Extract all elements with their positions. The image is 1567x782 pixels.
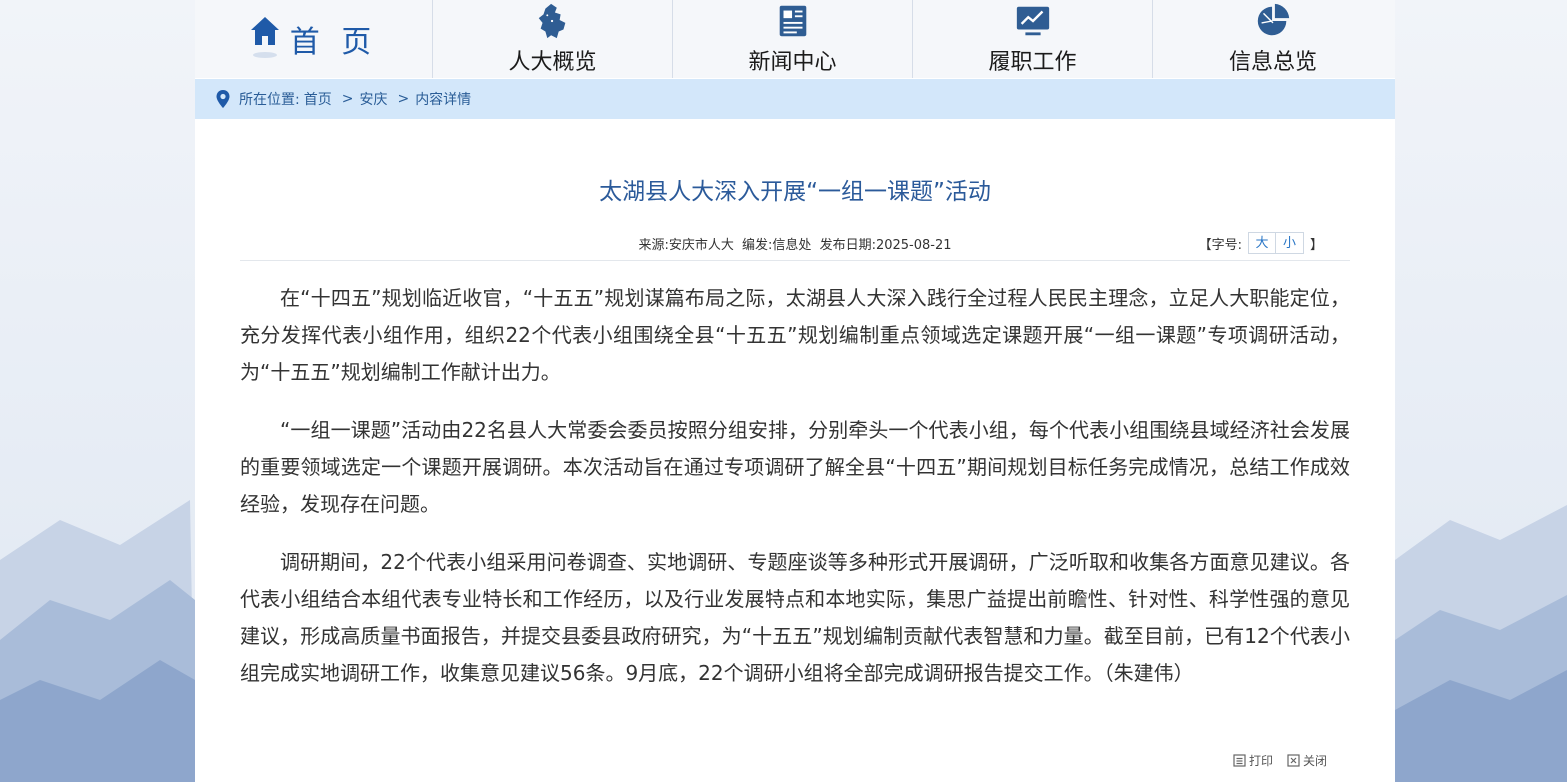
nav-item-label: 信息总览 — [1228, 50, 1317, 75]
font-size-label: 【字号: — [1198, 237, 1242, 253]
article-source: 来源:安庆市人大 — [638, 238, 734, 253]
breadcrumb: 所在位置: 首页 > 安庆 > 内容详情 — [195, 79, 1395, 119]
close-icon — [1287, 754, 1300, 767]
chart-monitor-icon — [1016, 6, 1049, 36]
page-container: 首 页 人大概览 新闻中心 履职工作 信息总览 所在位置: 首页 > 安庆 > … — [195, 0, 1395, 782]
nav-item-info[interactable]: 信息总览 — [1153, 0, 1393, 78]
anhui-map-icon — [538, 3, 565, 39]
print-button[interactable]: 打印 — [1233, 752, 1273, 769]
breadcrumb-home-link[interactable]: 首页 — [304, 89, 332, 109]
print-label: 打印 — [1248, 754, 1273, 768]
nav-item-overview[interactable]: 人大概览 — [433, 0, 673, 78]
article-paragraph: “一组一课题”活动由22名县人大常委会委员按照分组安排，分别牵头一个代表小组，每… — [240, 418, 1350, 516]
breadcrumb-prefix: 所在位置: — [239, 92, 300, 108]
meta-divider — [240, 260, 1350, 261]
print-icon — [1233, 754, 1246, 767]
main-nav: 首 页 人大概览 新闻中心 履职工作 信息总览 — [195, 0, 1395, 78]
article-tools: 打印 关闭 — [1219, 752, 1327, 769]
home-icon — [250, 17, 279, 58]
font-size-large-button[interactable]: 大 — [1247, 232, 1276, 254]
article-title: 太湖县人大深入开展“一组一课题”活动 — [599, 179, 991, 205]
location-pin-icon — [216, 90, 230, 108]
nav-item-duties[interactable]: 履职工作 — [913, 0, 1153, 78]
nav-item-label: 履职工作 — [988, 50, 1077, 75]
article-editor: 编发:信息处 — [742, 238, 812, 253]
breadcrumb-detail-link[interactable]: 内容详情 — [415, 89, 471, 109]
breadcrumb-separator: > — [397, 91, 410, 107]
font-size-small-button[interactable]: 小 — [1275, 232, 1304, 254]
font-size-close-bracket: 】 — [1309, 237, 1323, 253]
pie-chart-icon — [1257, 3, 1290, 36]
newspaper-icon — [779, 5, 806, 37]
article-date: 发布日期:2025-08-21 — [819, 238, 952, 253]
breadcrumb-anqing-link[interactable]: 安庆 — [359, 89, 387, 109]
font-size-control: 【字号: 大 小 】 — [1199, 232, 1323, 254]
nav-item-label: 人大概览 — [508, 50, 597, 75]
article-content: 在“十四五”规划临近收官，“十五五”规划谋篇布局之际，太湖县人大深入践行全过程人… — [240, 280, 1350, 713]
article-paragraph: 在“十四五”规划临近收官，“十五五”规划谋篇布局之际，太湖县人大深入践行全过程人… — [240, 286, 1350, 384]
nav-item-news[interactable]: 新闻中心 — [673, 0, 913, 78]
article-paragraph: 调研期间，22个代表小组采用问卷调查、实地调研、专题座谈等多种形式开展调研，广泛… — [240, 550, 1350, 685]
nav-home[interactable]: 首 页 — [195, 0, 433, 78]
breadcrumb-separator: > — [341, 91, 354, 107]
nav-home-label: 首 页 — [289, 25, 378, 60]
nav-item-label: 新闻中心 — [748, 50, 837, 75]
close-button[interactable]: 关闭 — [1287, 752, 1327, 769]
close-label: 关闭 — [1302, 754, 1327, 768]
